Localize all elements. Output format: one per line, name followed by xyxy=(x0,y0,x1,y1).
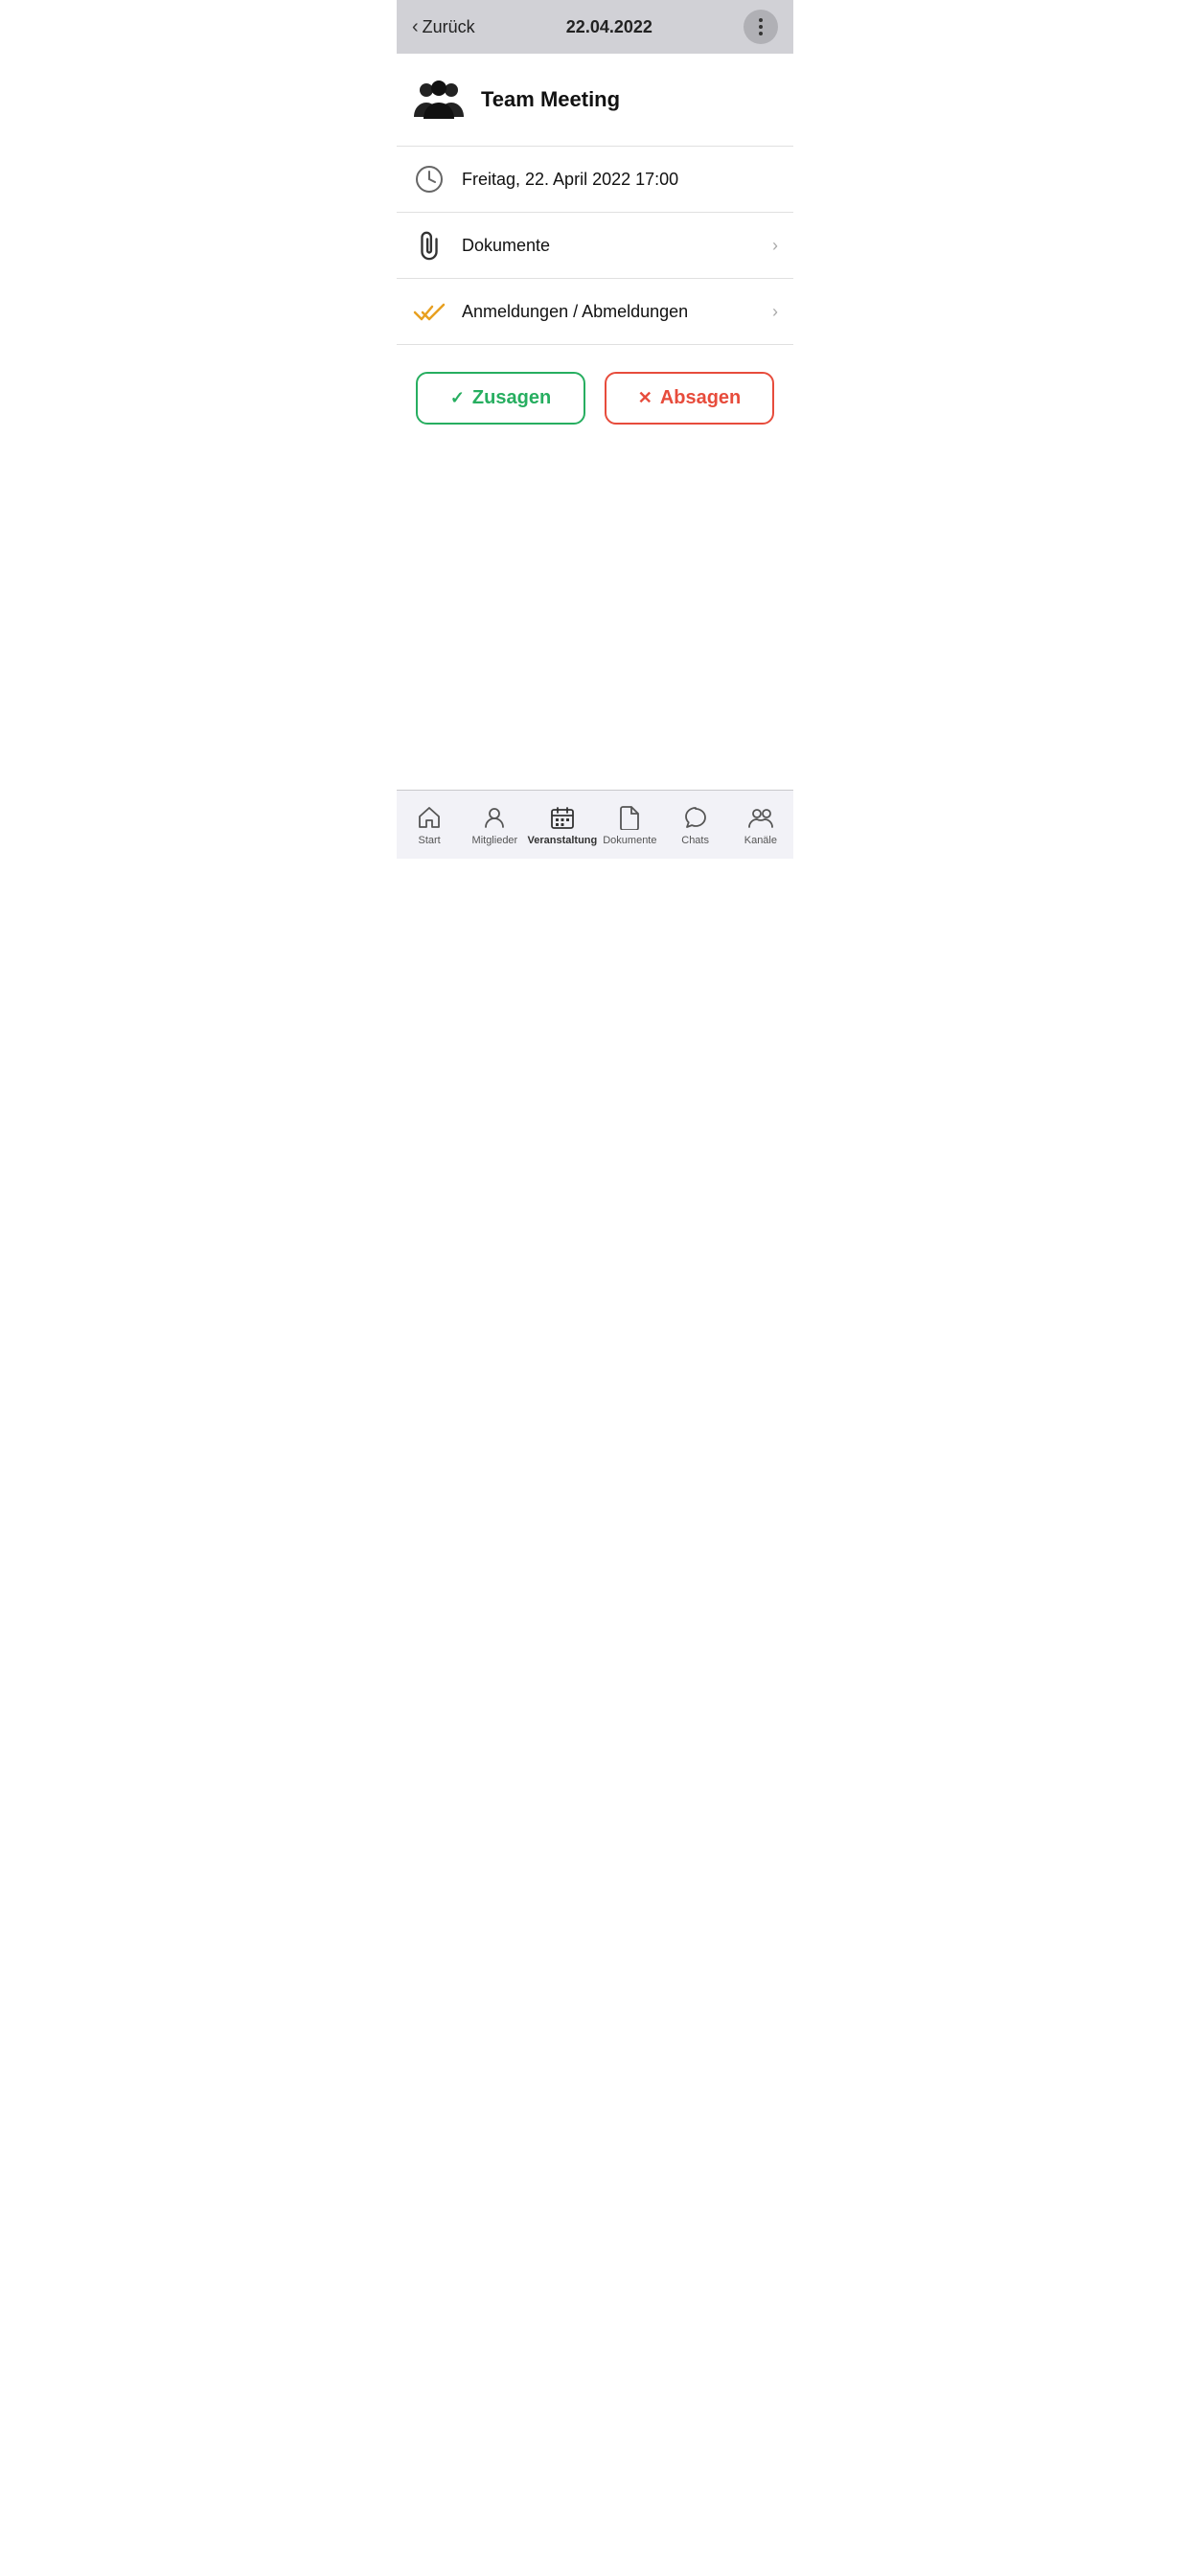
main-content: Team Meeting Freitag, 22. April 2022 17:… xyxy=(397,54,793,790)
double-check-icon xyxy=(412,294,446,329)
tab-members[interactable]: Mitglieder xyxy=(462,796,527,854)
event-title: Team Meeting xyxy=(481,87,620,112)
tab-start-label: Start xyxy=(419,835,441,846)
paperclip-icon xyxy=(412,228,446,263)
tab-channels[interactable]: Kanäle xyxy=(728,796,793,854)
event-header: Team Meeting xyxy=(397,54,793,147)
decline-x-icon: ✕ xyxy=(638,388,652,408)
registrations-chevron-icon: › xyxy=(772,302,778,322)
more-button[interactable] xyxy=(744,10,778,44)
datetime-text: Freitag, 22. April 2022 17:00 xyxy=(462,170,778,190)
decline-label: Absagen xyxy=(660,387,741,409)
back-chevron-icon: ‹ xyxy=(412,16,419,38)
home-icon xyxy=(416,804,443,831)
documents-row[interactable]: Dokumente › xyxy=(397,213,793,279)
datetime-row: Freitag, 22. April 2022 17:00 xyxy=(397,147,793,213)
registrations-row[interactable]: Anmeldungen / Abmeldungen › xyxy=(397,279,793,345)
registrations-label: Anmeldungen / Abmeldungen xyxy=(462,302,757,322)
document-icon xyxy=(616,804,643,831)
person-icon xyxy=(481,804,508,831)
nav-date: 22.04.2022 xyxy=(566,17,652,37)
channels-icon xyxy=(747,804,774,831)
decline-button[interactable]: ✕ Absagen xyxy=(605,372,774,425)
tab-chats-label: Chats xyxy=(681,835,709,846)
documents-label: Dokumente xyxy=(462,236,757,256)
action-buttons-container: ✓ Zusagen ✕ Absagen xyxy=(397,345,793,451)
back-button[interactable]: ‹ Zurück xyxy=(412,16,475,38)
tab-documents-label: Dokumente xyxy=(603,835,656,846)
tab-event-label: Veranstaltung xyxy=(528,835,598,846)
back-label: Zurück xyxy=(423,17,475,37)
tab-documents[interactable]: Dokumente xyxy=(597,796,662,854)
group-icon xyxy=(412,73,466,126)
more-dots-icon xyxy=(759,18,763,35)
nav-bar: ‹ Zurück 22.04.2022 xyxy=(397,0,793,54)
accept-label: Zusagen xyxy=(472,387,551,409)
tab-chats[interactable]: Chats xyxy=(663,796,728,854)
chat-icon xyxy=(682,804,709,831)
calendar-icon xyxy=(549,804,576,831)
tab-event[interactable]: Veranstaltung xyxy=(528,796,598,854)
documents-chevron-icon: › xyxy=(772,236,778,256)
accept-button[interactable]: ✓ Zusagen xyxy=(416,372,585,425)
tab-start[interactable]: Start xyxy=(397,796,462,854)
accept-check-icon: ✓ xyxy=(450,388,465,408)
tab-bar: Start Mitglieder Veransta xyxy=(397,790,793,859)
tab-members-label: Mitglieder xyxy=(472,835,518,846)
clock-icon xyxy=(412,162,446,196)
tab-channels-label: Kanäle xyxy=(744,835,777,846)
